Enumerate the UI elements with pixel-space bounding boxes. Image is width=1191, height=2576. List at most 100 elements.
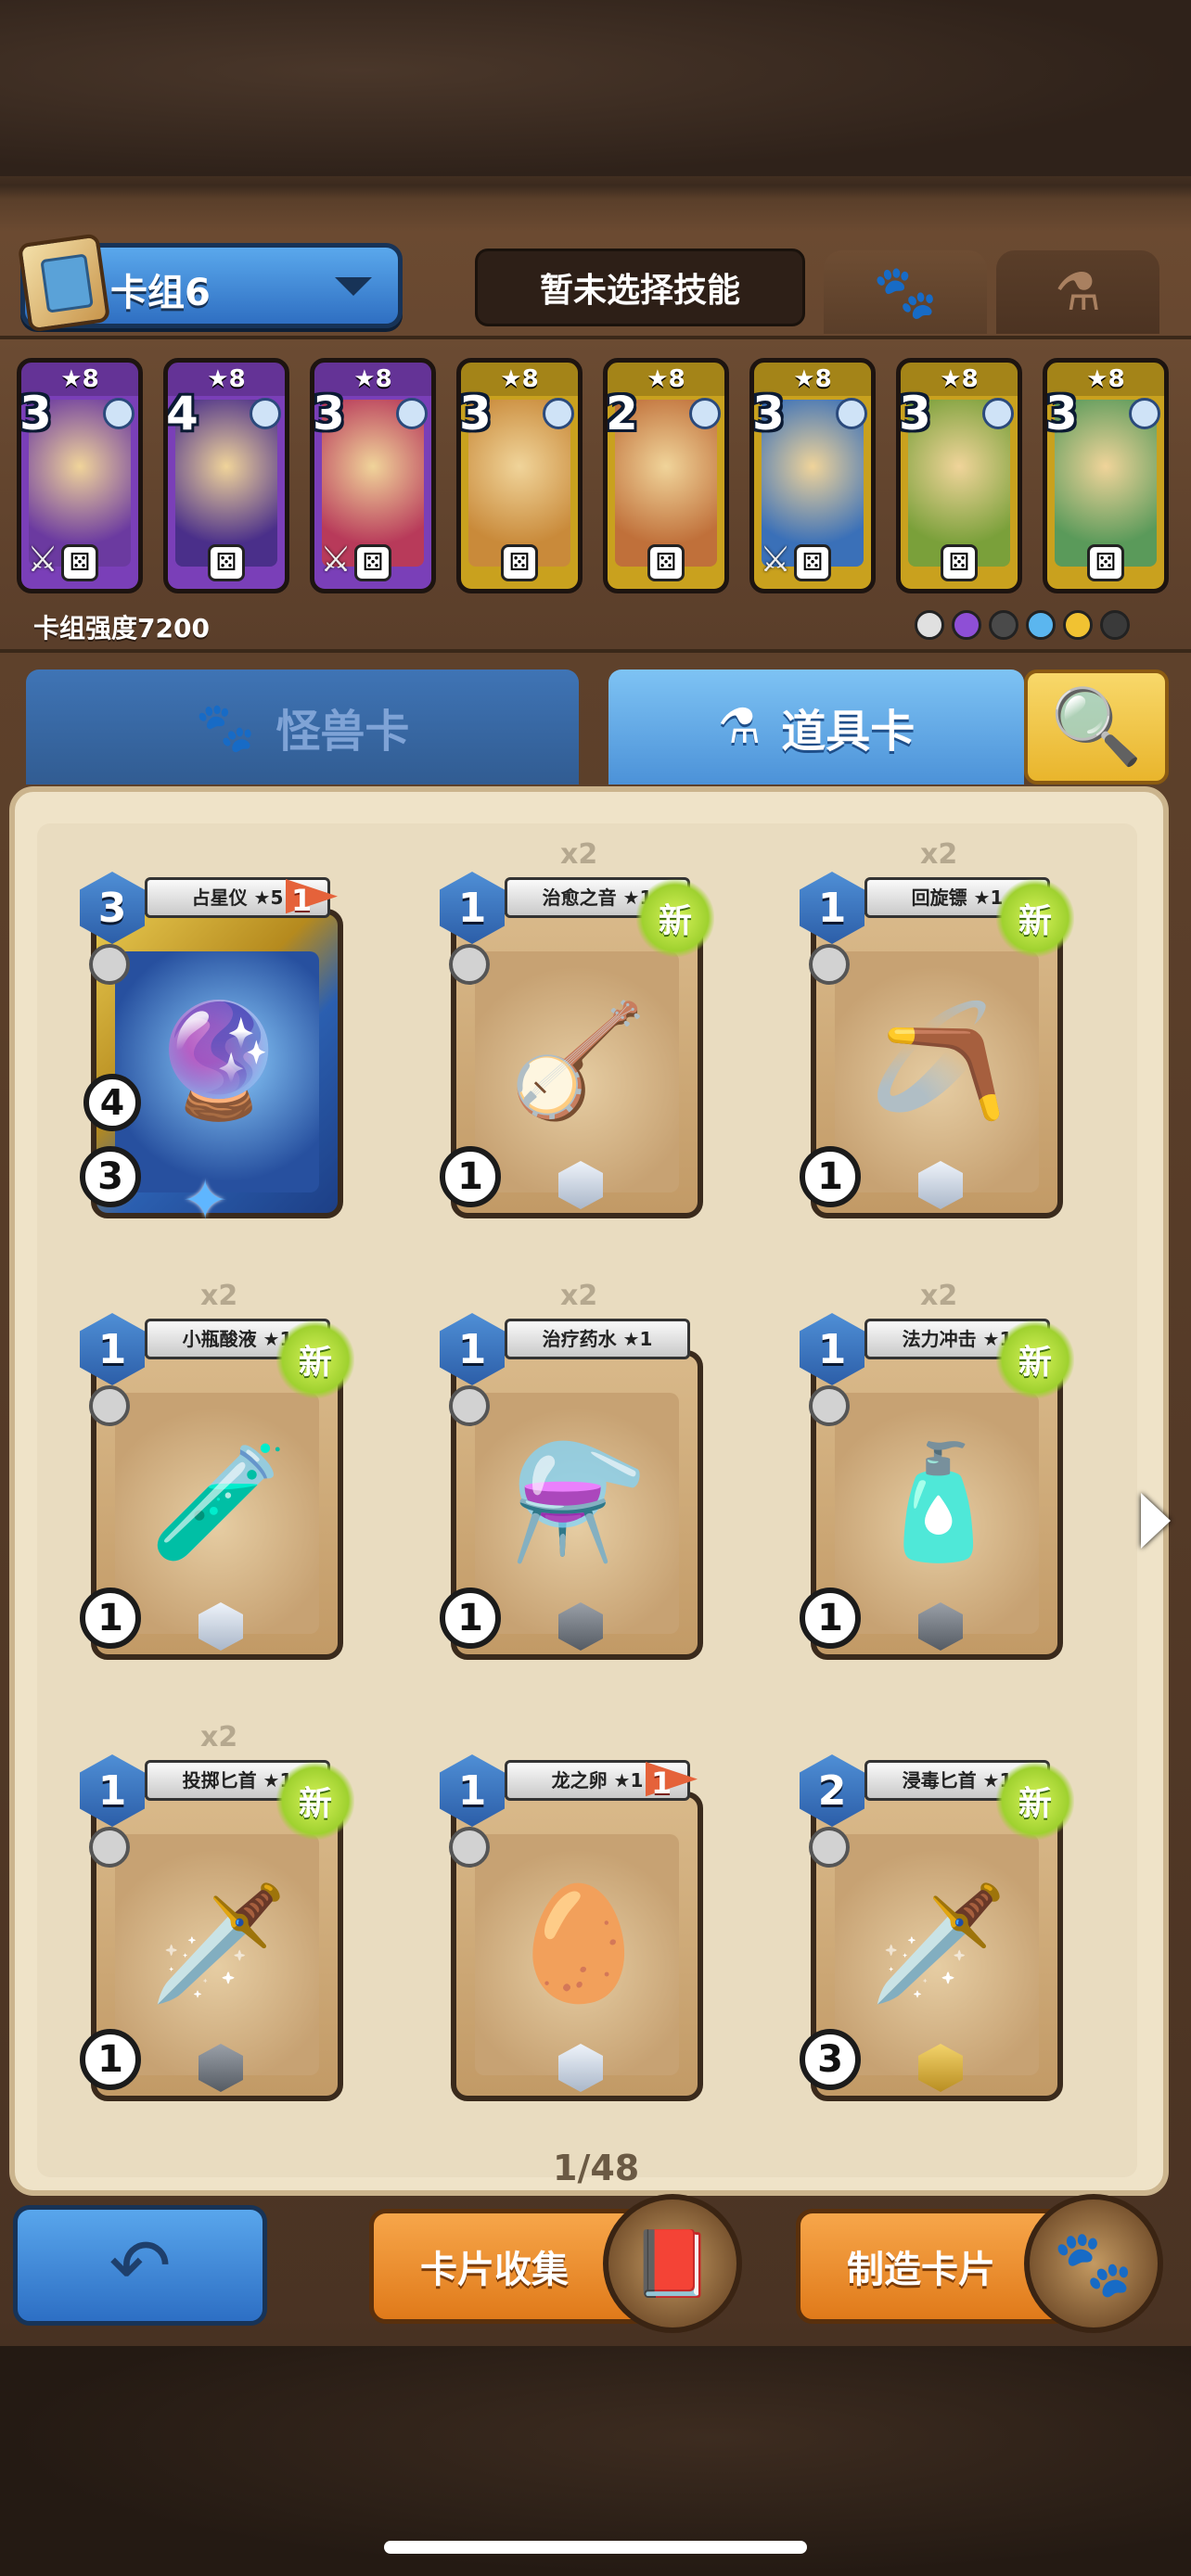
- sword-icon: ⚔: [27, 539, 59, 580]
- copy-count: x2: [560, 1280, 598, 1312]
- element-gem-icon: [250, 398, 281, 429]
- card-cost: 3: [313, 387, 345, 440]
- deck-card[interactable]: ★8 3 ⚄ ⚔: [17, 358, 143, 593]
- chevron-down-icon: [335, 277, 372, 296]
- item-art-icon: 🗡️: [149, 1880, 288, 2009]
- search-button[interactable]: 🔍: [1024, 670, 1169, 784]
- deck-card[interactable]: ★8 3 ⚄ ⚔: [310, 358, 436, 593]
- next-page-arrow-icon[interactable]: [1141, 1493, 1171, 1549]
- element-gem-icon: [396, 398, 428, 429]
- dice-icon: ⚄: [501, 544, 538, 581]
- target-pip-icon: [89, 944, 130, 985]
- item-card[interactable]: 浸毒匕首 ★1 2 🗡️ 3 新: [800, 1754, 1074, 2107]
- item-card[interactable]: x2 小瓶酸液 ★1 1 🧪 1 新: [80, 1280, 354, 1665]
- new-badge: 新: [996, 1320, 1074, 1398]
- skill-selector[interactable]: 暂未选择技能: [475, 249, 805, 326]
- dice-icon: ⚄: [1087, 544, 1124, 581]
- item-art-icon: 🔮: [149, 997, 288, 1126]
- card-cost: 3: [459, 387, 492, 440]
- target-pip-icon: [89, 1385, 130, 1426]
- flag-count: 1: [651, 1766, 672, 1801]
- deck-card[interactable]: ★8 3 ⚄ ⚔: [749, 358, 876, 593]
- card-stat: 1: [440, 1588, 501, 1649]
- card-name: 治疗药水 ★1: [505, 1319, 690, 1359]
- sword-icon: ⚔: [760, 539, 792, 580]
- card-cost: 3: [1045, 387, 1078, 440]
- target-pip-icon: [809, 944, 850, 985]
- deck-card[interactable]: ★8 3 ⚄: [896, 358, 1022, 593]
- item-card[interactable]: x2 治愈之音 ★1 1 🪕 1 新: [440, 838, 714, 1224]
- card-stat: 1: [80, 2029, 141, 2090]
- deck-name: 卡组6: [110, 272, 211, 314]
- dice-icon: ⚄: [354, 544, 391, 581]
- copy-count: x2: [920, 838, 958, 871]
- card-stat: 1: [800, 1146, 861, 1207]
- card-dice-stat: 4: [83, 1074, 141, 1131]
- target-pip-icon: [89, 1827, 130, 1868]
- dice-icon: ⚄: [61, 544, 98, 581]
- item-art-icon: 🧪: [149, 1438, 288, 1567]
- copy-count: x2: [560, 838, 598, 871]
- dice-icon: ⚄: [208, 544, 245, 581]
- element-filter-icon[interactable]: [1100, 610, 1130, 640]
- new-badge: 新: [996, 879, 1074, 957]
- back-button[interactable]: ↶: [13, 2205, 267, 2326]
- element-gem-icon: [1129, 398, 1160, 429]
- element-filter-icon[interactable]: [915, 610, 944, 640]
- card-stat: 1: [80, 1588, 141, 1649]
- element-filter-icon[interactable]: [1026, 610, 1056, 640]
- element-gem-icon: [543, 398, 574, 429]
- item-card[interactable]: x2 回旋镖 ★1 1 🪃 1 新: [800, 838, 1074, 1224]
- collection-book-icon: 📕: [603, 2194, 742, 2333]
- tab-monster-deck[interactable]: 🐾: [824, 250, 987, 334]
- tab-item-deck[interactable]: ⚗: [996, 250, 1159, 334]
- new-badge: 新: [996, 1762, 1074, 1840]
- paw-icon: 🐾: [873, 262, 938, 323]
- item-card[interactable]: x2 法力冲击 ★1 1 🧴 1 新: [800, 1280, 1074, 1665]
- card-cost: 3: [19, 387, 52, 440]
- tab-monster-cards[interactable]: 🐾 怪兽卡: [26, 670, 579, 784]
- item-card[interactable]: x2 投掷匕首 ★1 1 🗡️ 1 新: [80, 1721, 354, 2107]
- deck-card[interactable]: ★8 3 ⚄: [1043, 358, 1169, 593]
- copy-count: x2: [200, 1721, 238, 1753]
- item-art-icon: 🥚: [509, 1880, 648, 2009]
- tab-monster-label: 怪兽卡: [275, 706, 410, 758]
- dice-icon: ⚄: [794, 544, 831, 581]
- flask-icon: ⚗: [717, 699, 762, 755]
- element-filter-icon[interactable]: [1063, 610, 1093, 640]
- element-gem-icon: [836, 398, 867, 429]
- element-filter-icon[interactable]: [989, 610, 1018, 640]
- card-cost: 2: [606, 387, 638, 440]
- home-indicator[interactable]: [384, 2541, 807, 2554]
- dice-icon: ⚄: [647, 544, 685, 581]
- card-stat: 3: [80, 1146, 141, 1207]
- rarity-star-icon: ✦: [182, 1168, 229, 1233]
- item-card[interactable]: 占星仪 ★5 3 🔮 3 4 ✦ 1: [80, 872, 343, 1233]
- game-screen: 卡组6 暂未选择技能 🐾 ⚗ ★8 3 ⚄ ⚔ ★8 4 ⚄ ★8 3 ⚄ ⚔ ★8 3 ⚄ ★8 2 ⚄ ★8 3…: [0, 0, 1191, 2576]
- collect-label: 卡片收集: [420, 2249, 569, 2291]
- element-gem-icon: [689, 398, 721, 429]
- deck-selector[interactable]: 卡组6: [17, 233, 403, 333]
- item-card[interactable]: x2 治疗药水 ★1 1 ⚗️ 1: [440, 1280, 703, 1665]
- card-stat: 3: [800, 2029, 861, 2090]
- item-art-icon: 🪕: [509, 997, 648, 1126]
- dice-icon: ⚄: [941, 544, 978, 581]
- item-card[interactable]: 龙之卵 ★1 1 🥚 1: [440, 1754, 703, 2107]
- card-cost: 4: [166, 387, 198, 440]
- deck-card[interactable]: ★8 2 ⚄: [603, 358, 729, 593]
- craft-label: 制造卡片: [847, 2249, 995, 2291]
- tab-item-cards[interactable]: ⚗ 道具卡: [608, 670, 1024, 784]
- copy-count: x2: [200, 1280, 238, 1312]
- deck-card[interactable]: ★8 3 ⚄: [456, 358, 583, 593]
- item-art-icon: 🧴: [869, 1438, 1008, 1567]
- target-pip-icon: [449, 1827, 490, 1868]
- element-filter-icon[interactable]: [952, 610, 981, 640]
- flag-count: 1: [291, 883, 313, 918]
- sword-icon: ⚔: [320, 539, 352, 580]
- page-counter: 1/48: [553, 2148, 640, 2188]
- item-art-icon: ⚗️: [509, 1438, 648, 1567]
- deck-card[interactable]: ★8 4 ⚄: [163, 358, 289, 593]
- new-badge: 新: [636, 879, 714, 957]
- item-art-icon: 🪃: [869, 997, 1008, 1126]
- back-arrow-icon: ↶: [109, 2222, 172, 2309]
